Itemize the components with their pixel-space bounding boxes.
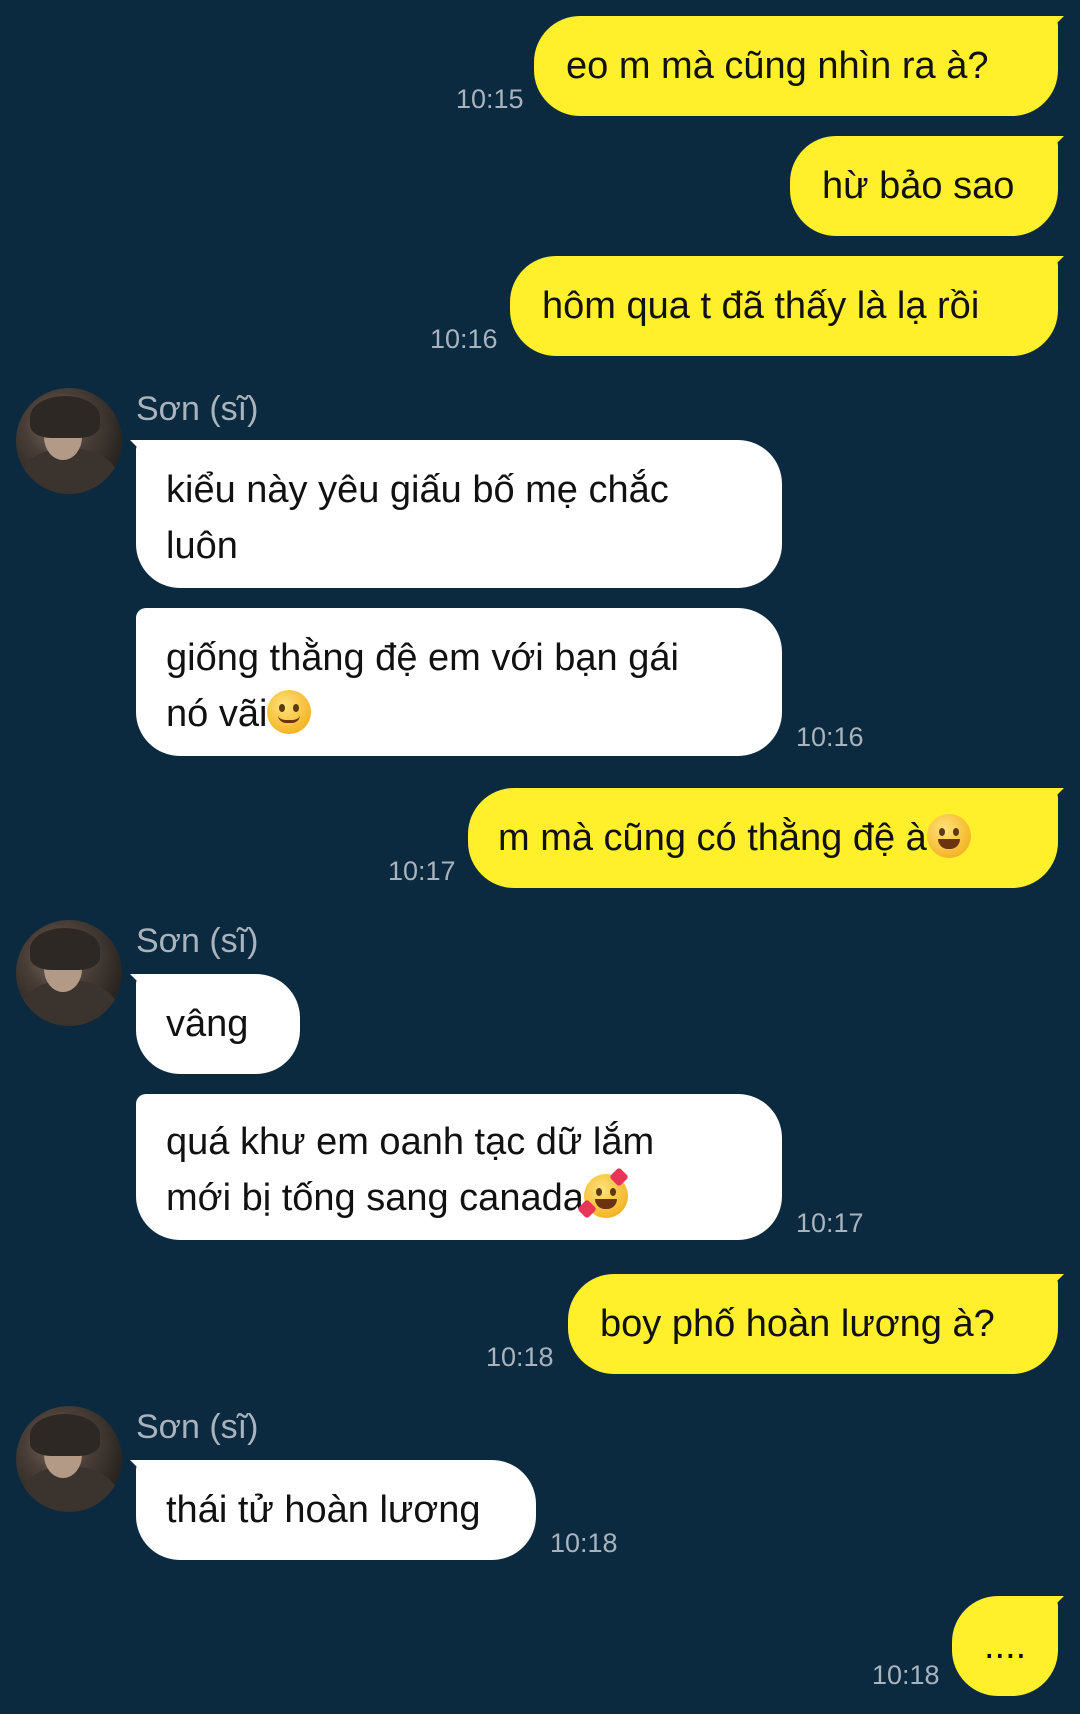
smiling-face-icon — [267, 690, 312, 734]
message-timestamp: 10:18 — [872, 1660, 940, 1690]
avatar[interactable] — [16, 1406, 122, 1512]
message-text: nó vãi — [166, 693, 268, 735]
avatar[interactable] — [16, 920, 122, 1026]
message-bubble[interactable]: hừ bảo sao — [790, 136, 1064, 236]
message-text: m mà cũng có thằng đệ à — [498, 817, 927, 859]
sender-name: Sơn (sĩ) — [136, 922, 259, 960]
message-timestamp: 10:17 — [388, 856, 456, 886]
message-bubble[interactable]: .... — [952, 1596, 1064, 1696]
message-text: mới bị tống sang canada — [166, 1177, 584, 1219]
message-line: quá khư em oanh tạc dữ lắm — [166, 1121, 655, 1163]
smiling-face-with-hearts-icon — [576, 1167, 629, 1219]
message-timestamp: 10:16 — [430, 324, 498, 354]
message-bubble[interactable]: thái tử hoàn lương — [130, 1460, 536, 1560]
message-bubble[interactable]: kiểu này yêu giấu bố mẹ chắc luôn — [130, 440, 782, 588]
message-bubble[interactable]: m mà cũng có thằng đệ à — [468, 788, 1064, 888]
message-timestamp: 10:15 — [456, 84, 524, 114]
message-line: luôn — [166, 525, 238, 567]
message-bubble[interactable]: boy phố hoàn lương à? — [568, 1274, 1064, 1374]
message-bubble[interactable]: hôm qua t đã thấy là lạ rồi — [510, 256, 1064, 356]
sender-name: Sơn (sĩ) — [136, 390, 259, 428]
grinning-face-icon — [926, 814, 971, 858]
message-line: mới bị tống sang canada — [166, 1167, 782, 1226]
message-bubble[interactable]: quá khư em oanh tạc dữ lắm mới bị tống s… — [136, 1094, 782, 1240]
message-line: giống thằng đệ em với bạn gái — [166, 637, 679, 679]
sender-name: Sơn (sĩ) — [136, 1408, 259, 1446]
message-bubble[interactable]: giống thằng đệ em với bạn gái nó vãi — [136, 608, 782, 756]
message-timestamp: 10:18 — [486, 1342, 554, 1372]
message-line: kiểu này yêu giấu bố mẹ chắc — [166, 469, 669, 511]
message-line: nó vãi — [166, 686, 782, 742]
message-bubble[interactable]: vâng — [130, 974, 300, 1074]
message-timestamp: 10:16 — [796, 722, 864, 752]
message-timestamp: 10:18 — [550, 1528, 618, 1558]
avatar[interactable] — [16, 388, 122, 494]
message-timestamp: 10:17 — [796, 1208, 864, 1238]
message-bubble[interactable]: eo m mà cũng nhìn ra à? — [534, 16, 1064, 116]
